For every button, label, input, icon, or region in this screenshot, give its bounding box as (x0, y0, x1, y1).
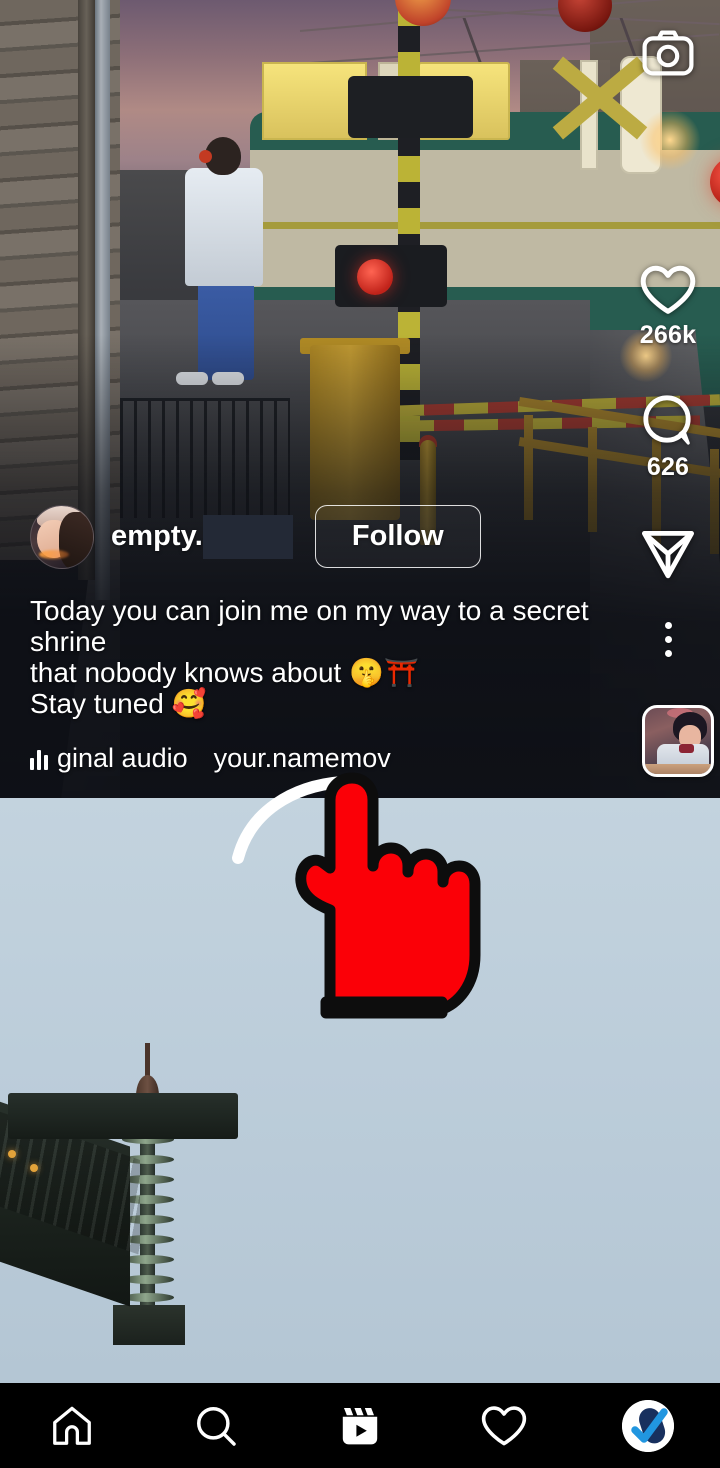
nav-item-search[interactable] (166, 1383, 266, 1468)
username[interactable]: empty. (111, 520, 203, 553)
heart-icon (481, 1405, 527, 1445)
nav-item-home[interactable] (22, 1383, 122, 1468)
nav-item-activity[interactable] (454, 1383, 554, 1468)
reel-action-rail: 266k 626 (616, 10, 720, 780)
temple-lantern (30, 1164, 38, 1172)
camera-icon (642, 30, 694, 76)
reel-caption[interactable]: Today you can join me on my way to a sec… (30, 595, 620, 719)
comment-count: 626 (646, 453, 690, 481)
album-art-bow (679, 744, 694, 753)
avatar-highlight (39, 549, 69, 559)
album-art-desk (645, 764, 711, 774)
audio-album-art[interactable] (642, 705, 714, 777)
finial-base (113, 1305, 185, 1345)
nav-item-profile[interactable] (598, 1383, 698, 1468)
reel-video-next[interactable] (0, 798, 720, 1383)
avatar-hair (59, 511, 93, 568)
share-button[interactable] (616, 525, 720, 579)
comment-button[interactable]: 626 (616, 395, 720, 482)
temple-lantern (8, 1150, 16, 1158)
like-count: 266k (639, 321, 697, 349)
camera-button[interactable] (616, 30, 720, 76)
search-icon (197, 1406, 236, 1446)
username-redaction-box (202, 514, 293, 559)
author-row: empty. Follow (30, 504, 620, 569)
audio-title[interactable]: ginal audio (57, 743, 188, 774)
follow-button[interactable]: Follow (314, 505, 481, 569)
temple-ridge (8, 1093, 238, 1139)
audio-waveform-icon (30, 748, 48, 770)
comment-bubble-icon (643, 395, 691, 445)
audio-artist[interactable]: your.namemov (214, 743, 391, 774)
home-icon (53, 1406, 91, 1445)
avatar[interactable] (30, 504, 94, 569)
more-options-button[interactable] (616, 622, 720, 657)
like-button[interactable]: 266k (616, 265, 720, 350)
audio-attribution-row[interactable]: ginal audio your.namemov (30, 743, 620, 774)
nav-item-reels[interactable] (310, 1383, 410, 1468)
more-vertical-dots-icon (664, 622, 672, 657)
reels-screen: 266k 626 empty. Follow Today you can joi… (0, 0, 720, 1468)
bottom-navigation-bar (0, 1383, 720, 1468)
reels-icon (342, 1407, 378, 1444)
profile-avatar-icon (622, 1399, 674, 1452)
share-paper-plane-icon (642, 531, 694, 579)
reel-video-current[interactable]: 266k 626 empty. Follow Today you can joi… (0, 0, 720, 798)
reel-metadata: empty. Follow Today you can join me on m… (0, 504, 620, 798)
heart-icon (640, 265, 696, 314)
